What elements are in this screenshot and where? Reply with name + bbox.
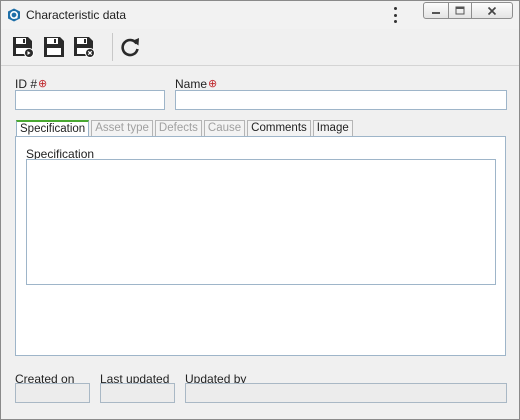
name-field[interactable] [175,90,507,110]
required-icon: ⊕ [208,78,218,90]
minimize-button[interactable] [423,2,449,19]
tab-comments[interactable]: Comments [247,120,311,137]
updated-by-field [185,383,507,403]
specification-panel: Specification [15,136,506,356]
save-new-button[interactable] [11,35,35,59]
characteristic-data-window: Characteristic data ID #⊕ Name⊕ Specific… [0,0,520,420]
app-icon [8,8,20,22]
toolbar [1,29,519,66]
required-icon: ⊕ [38,78,48,90]
refresh-button[interactable] [118,35,142,59]
tab-image[interactable]: Image [312,120,353,137]
tab-defects: Defects [154,120,202,137]
maximize-button[interactable] [448,2,472,19]
last-updated-field [100,383,175,403]
close-button[interactable] [471,2,513,19]
minimize-icon [432,11,440,14]
toolbar-separator [112,33,113,61]
title-bar[interactable]: Characteristic data [1,1,519,29]
save-button[interactable] [42,35,66,59]
save-icon [44,37,64,57]
more-options-icon[interactable] [390,7,400,23]
id-field[interactable] [15,90,165,110]
window-title: Characteristic data [26,8,127,22]
tab-asset-type: Asset type [91,120,153,137]
name-label: Name⊕ [175,77,218,91]
maximize-icon [455,6,465,15]
created-on-field [15,383,90,403]
save-new-icon [13,37,34,58]
id-label: ID #⊕ [15,77,48,91]
window-controls [423,2,513,19]
refresh-icon [121,38,139,57]
save-and-close-button[interactable] [72,35,96,59]
save-close-icon [74,37,95,58]
close-icon [487,6,497,15]
specification-textarea[interactable] [26,159,496,285]
tab-strip: Specification Asset type Defects Cause C… [16,120,355,138]
tab-cause: Cause [203,120,246,137]
